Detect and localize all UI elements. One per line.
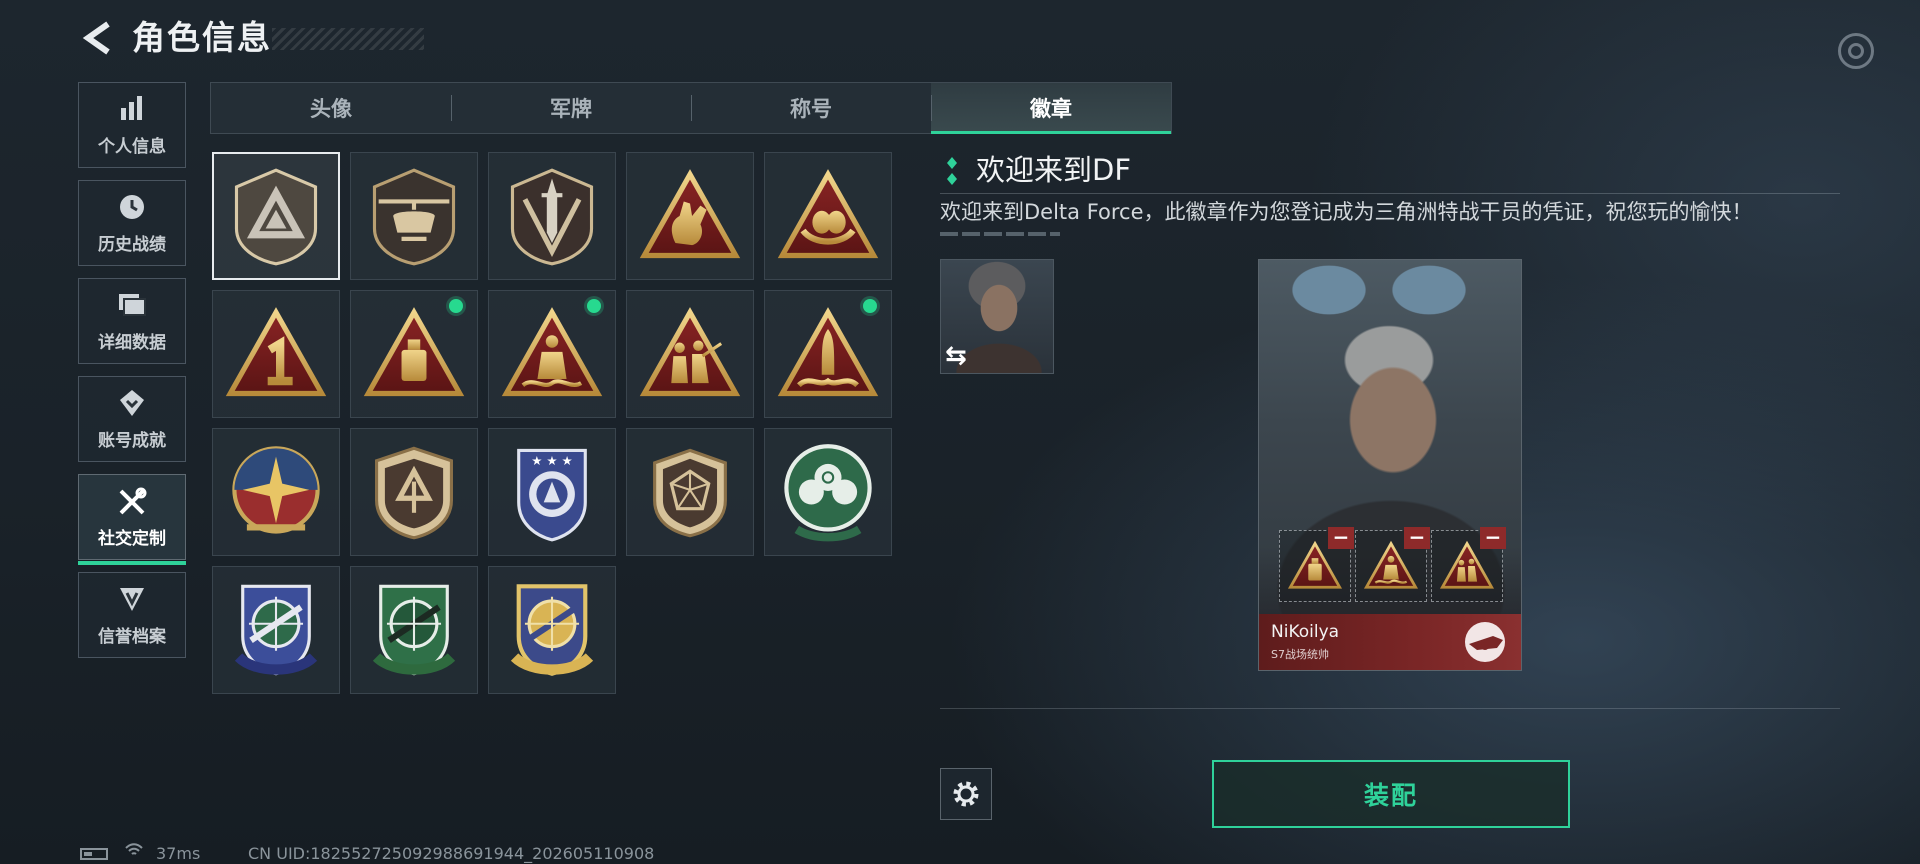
helicopter-badge-icon [372,168,456,266]
achievement-icon [117,388,147,422]
sidebar-item-label: 社交定制 [98,528,166,549]
badge-cell[interactable] [488,566,616,694]
swap-icon: ⇆ [945,341,967,371]
hand-sign-badge-icon [639,169,741,259]
badge-cell[interactable] [212,290,340,418]
badge-cell[interactable] [764,428,892,556]
tab-avatar[interactable]: 头像 [211,83,451,133]
bottle-badge-icon [363,307,465,397]
equipped-badge-slot[interactable]: − [1355,527,1430,602]
category-tabs: 头像 军牌 称号 徽章 [210,82,1172,134]
badge-cell[interactable] [212,566,340,694]
sidebar-item-history[interactable]: 历史战绩 [78,180,186,266]
blue-shield-badge-icon: ★ ★ ★ [517,448,587,542]
remove-badge-button[interactable]: − [1480,527,1506,549]
d20-shield-badge-icon [653,448,727,538]
badge-cell[interactable] [350,566,478,694]
sidebar-item-label: 账号成就 [98,430,166,451]
back-arrow-icon [82,21,110,55]
badge-cell[interactable] [350,428,478,556]
egg-nest-badge-icon [777,169,879,259]
clock-icon [117,192,147,226]
player-rank: S7战场统帅 [1271,648,1329,661]
badge-cell[interactable] [488,152,616,280]
badge-cell[interactable] [626,152,754,280]
tools-icon [116,486,148,520]
sidebar-item-achievements[interactable]: 账号成就 [78,376,186,462]
equipped-badge-slot[interactable]: − [1279,527,1354,602]
delta-triangle-badge-icon [234,168,318,266]
divider [940,193,1840,194]
svg-text:★ ★ ★: ★ ★ ★ [531,453,572,468]
sidebar-item-label: 个人信息 [98,136,166,157]
tab-badge[interactable]: 徽章 [931,83,1171,134]
badge-cell[interactable] [764,152,892,280]
settings-button[interactable] [940,768,992,820]
character-card: − − − NiKoilya S7战场统帅 [1258,259,1522,671]
badge-cell[interactable] [626,290,754,418]
blue-rifle-badge-icon [234,584,318,676]
green-rifle-badge-icon [372,584,456,676]
title-decoration [272,28,424,50]
rocket-badge-icon [777,307,879,397]
sidebar-item-label: 历史战绩 [98,234,166,255]
number-one-badge-icon [225,307,327,397]
user-uid: CN UID:18255272509298869194​4_2026051109… [248,844,655,863]
page-title: 角色信息 [132,18,272,57]
back-button[interactable] [76,16,120,60]
new-indicator [449,299,463,313]
wifi-icon [124,842,144,862]
folder-icon [117,290,147,324]
sidebar-item-social-custom[interactable]: 社交定制 [78,474,186,565]
green-skull-badge-icon [784,444,872,542]
dagger-badge-icon [510,168,594,266]
badge-cell[interactable] [488,290,616,418]
badge-cell[interactable]: ★ ★ ★ [488,428,616,556]
equip-button[interactable]: 装配 [1212,760,1570,828]
badge-cell[interactable] [350,152,478,280]
diamond-marker-icon [947,157,957,185]
battery-icon [80,848,108,860]
divider [940,232,1060,236]
tab-dogtag[interactable]: 军牌 [451,83,691,133]
new-indicator [587,299,601,313]
reputation-icon [117,584,147,618]
target-ring-icon[interactable] [1838,33,1874,69]
remove-badge-button[interactable]: − [1328,527,1354,549]
badge-cell[interactable] [350,290,478,418]
badge-title: 欢迎来到DF [976,153,1132,187]
tab-title[interactable]: 称号 [691,83,931,133]
badge-cell[interactable] [626,428,754,556]
badge-cell[interactable] [212,152,340,280]
card-footer: NiKoilya S7战场统帅 [1259,614,1521,670]
badge-cell[interactable] [212,428,340,556]
brown-shield-badge-icon [375,446,453,540]
soldiers-badge-icon [639,307,741,397]
sidebar-item-reputation[interactable]: 信誉档案 [78,572,186,658]
new-indicator [863,299,877,313]
divider [940,708,1840,709]
remove-badge-button[interactable]: − [1404,527,1430,549]
gear-icon [953,781,979,807]
bar-chart-icon [118,94,146,128]
star-compass-badge-icon [232,446,320,534]
sidebar-item-detailed-data[interactable]: 详细数据 [78,278,186,364]
ping-value: 37ms [156,844,201,863]
badge-cell[interactable] [764,290,892,418]
weapon-emblem-icon [1465,622,1505,662]
sidebar-item-label: 详细数据 [98,332,166,353]
badge-description: 欢迎来到Delta Force，此徽章作为您登记成为三角洲特战干员的凭证，祝您玩… [940,200,1753,224]
gold-rifle-badge-icon [510,584,594,676]
player-name: NiKoilya [1271,622,1340,642]
sidebar-item-personal-info[interactable]: 个人信息 [78,82,186,168]
statue-badge-icon [501,307,603,397]
sidebar-item-label: 信誉档案 [98,626,166,647]
equipped-badge-slot[interactable]: − [1431,527,1506,602]
operator-avatar[interactable]: ⇆ [940,259,1054,374]
